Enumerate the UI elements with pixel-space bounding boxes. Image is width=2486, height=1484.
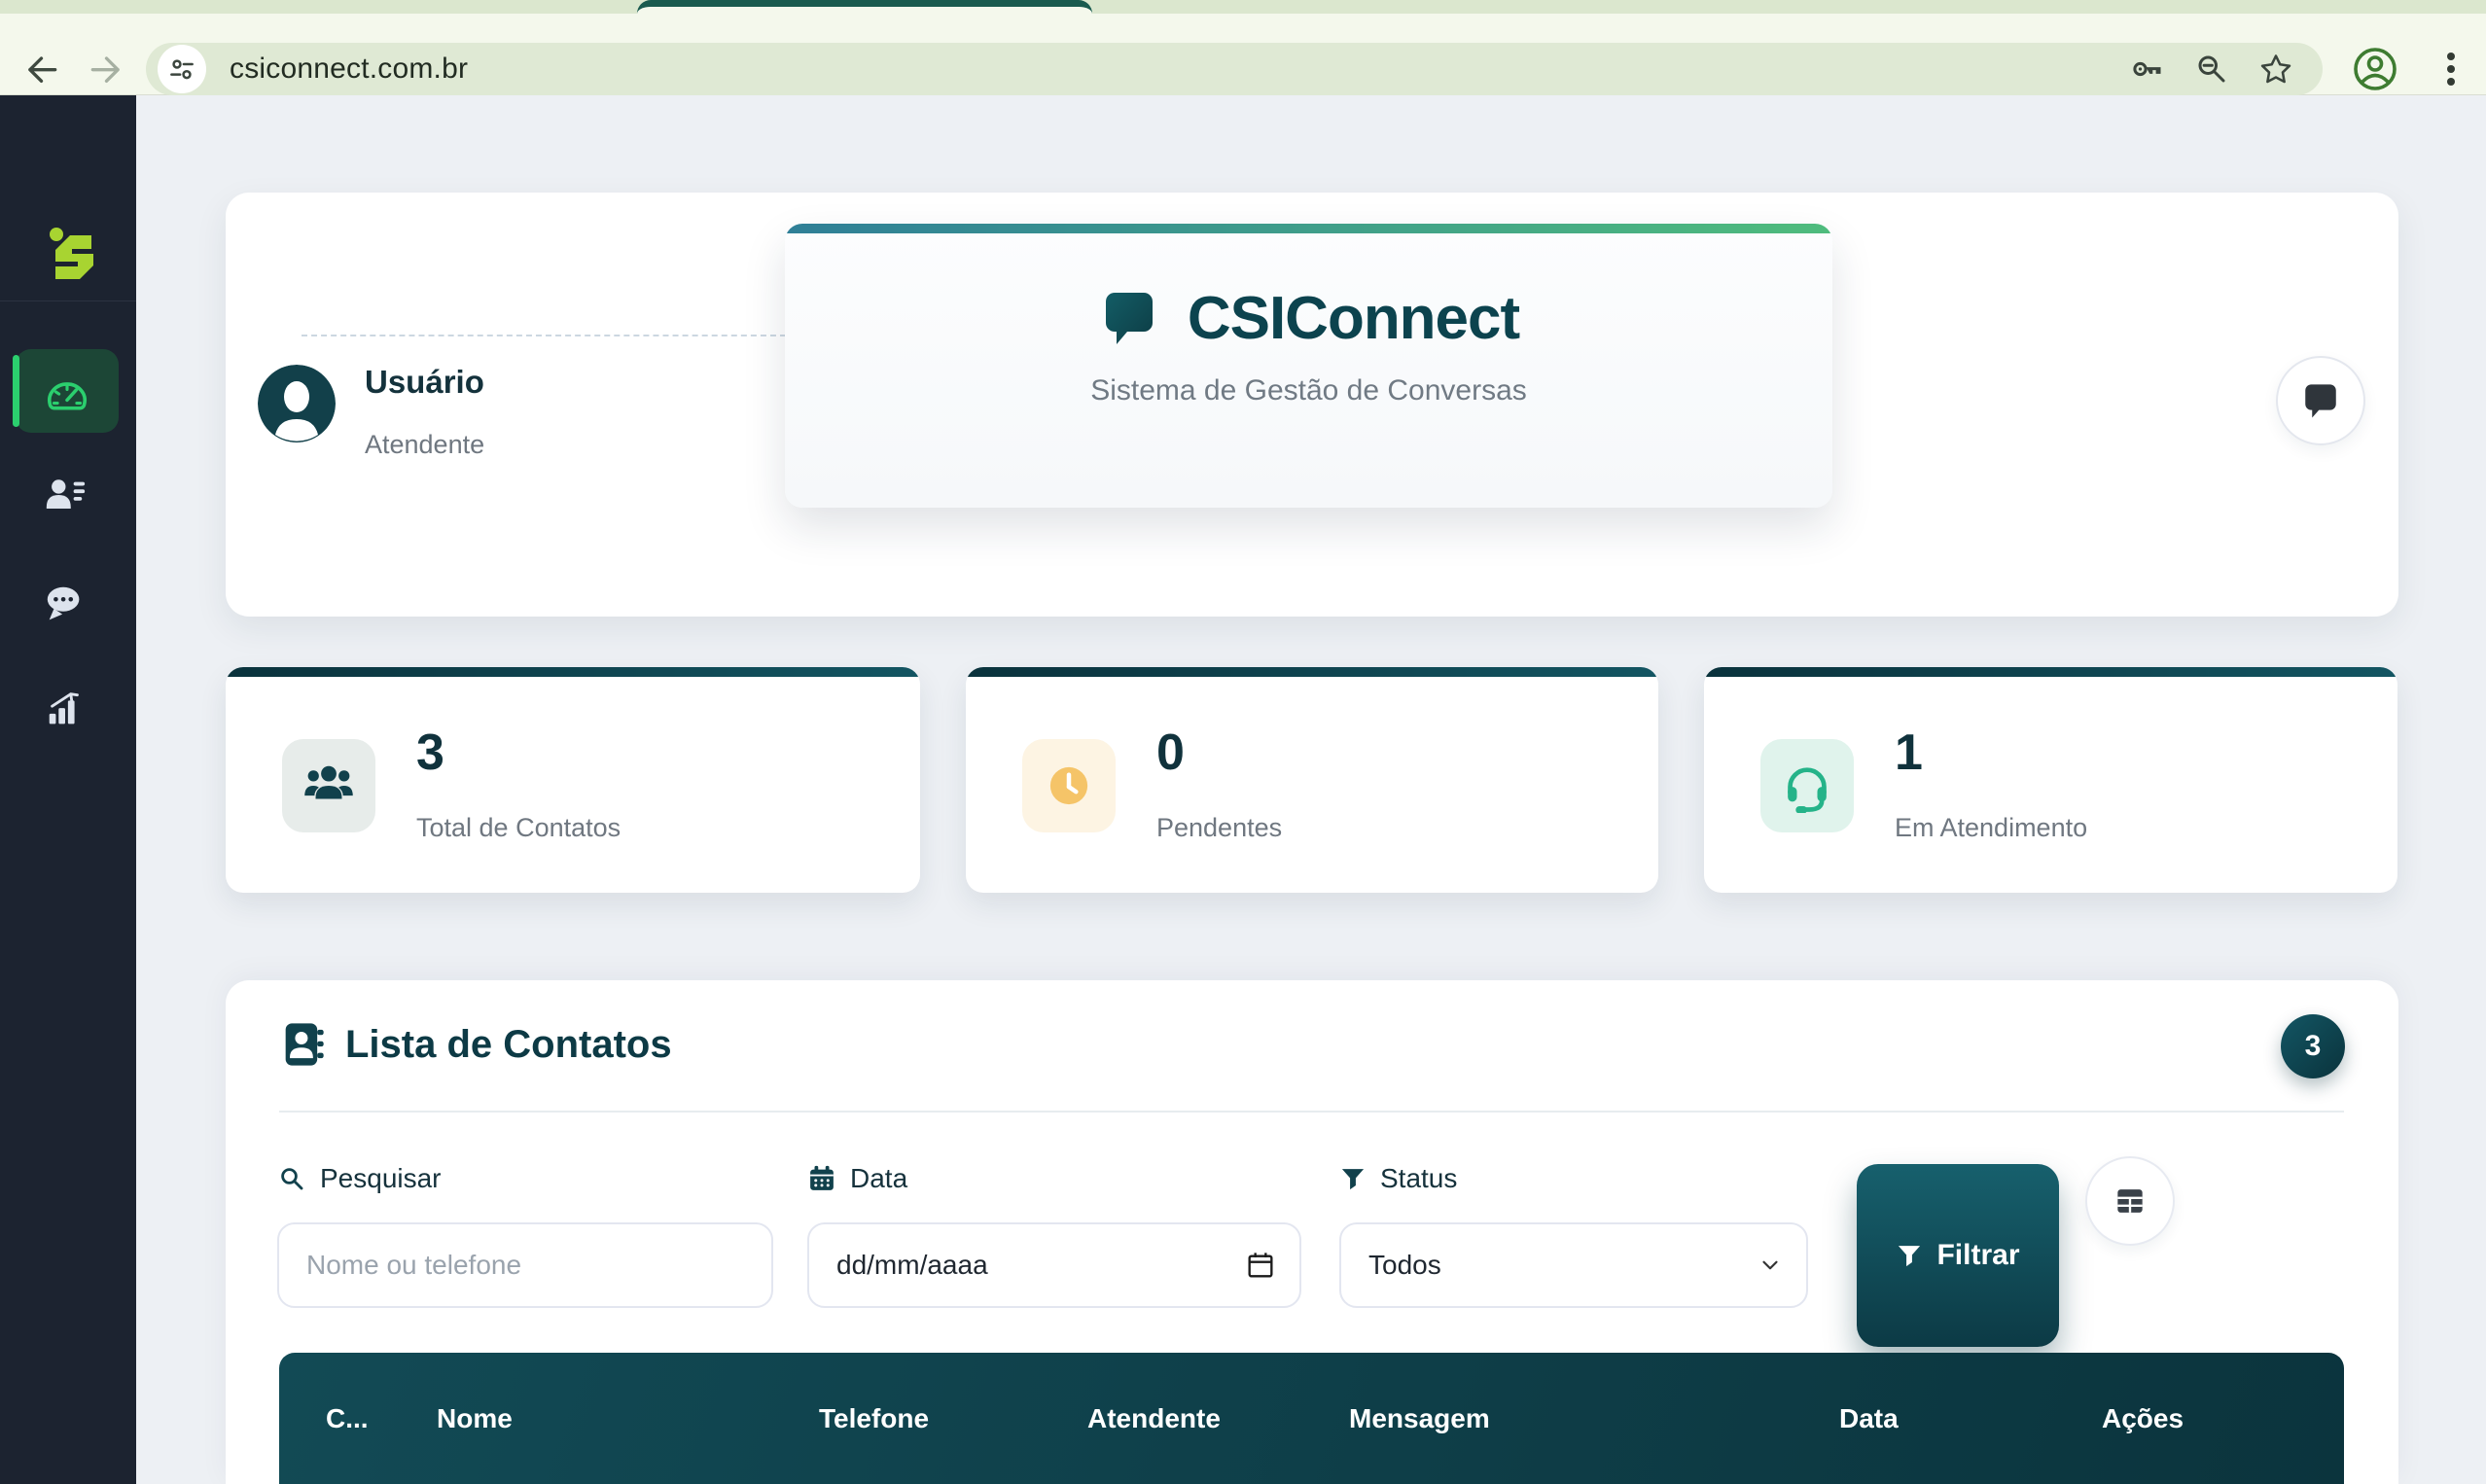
search-label: Pesquisar [320,1163,442,1193]
people-group-icon [304,765,353,799]
contacts-table-header: C... Nome Telefone Atendente Mensagem Da… [279,1353,2344,1484]
column-header[interactable]: Atendente [1087,1403,1349,1434]
date-placeholder: dd/mm/aaaa [836,1250,988,1280]
stat-card-pending: 0 Pendentes [966,667,1658,893]
site-settings-icon [170,59,194,80]
forward-icon[interactable] [89,49,128,88]
contacts-card: Lista de Contatos 3 Pesquisar Data Statu… [226,980,2398,1484]
table-view-button[interactable] [2085,1156,2175,1246]
stat-value: 3 [416,724,444,781]
stat-label: Pendentes [1156,813,1283,842]
stat-label: Total de Contatos [416,813,622,842]
app-banner-card: CSIConnect Sistema de Gestão de Conversa… [785,224,1832,508]
contact-book-icon [285,1023,324,1066]
search-label-row: Pesquisar [277,1163,442,1194]
contacts-count-badge: 3 [2281,1014,2345,1078]
header-card: Usuário Atendente CSIConnect Sistema de … [226,193,2398,617]
stat-card-in-service: 1 Em Atendimento [1704,667,2397,893]
stat-value: 1 [1895,724,1923,781]
url-bar[interactable]: csiconnect.com.br [146,43,2323,95]
bookmark-star-icon[interactable] [2258,52,2293,87]
clock-icon [1049,766,1088,805]
stat-label: Em Atendimento [1895,813,2088,842]
search-icon [281,1168,303,1190]
app-chat-icon [1105,292,1153,344]
date-label: Data [850,1163,908,1193]
password-key-icon[interactable] [2130,52,2165,87]
filter-funnel-icon [1341,1169,1365,1190]
contacts-title: Lista de Contatos [345,1022,672,1066]
app-subtitle: Sistema de Gestão de Conversas [1090,374,1527,406]
chevron-down-icon [1762,1260,1778,1270]
calendar-icon [810,1165,834,1190]
date-label-row: Data [807,1163,907,1194]
avatar-icon [258,365,336,442]
sidebar-item-dashboard[interactable] [13,349,119,433]
app-screen: csiconnect.com.br Usuário Atendente CSIC… [0,0,2486,1484]
column-header[interactable]: Mensagem [1349,1403,1839,1434]
zoom-out-icon[interactable] [2194,52,2229,87]
stat-accent-bar [966,667,1658,677]
active-indicator [13,355,19,427]
avatar [258,365,336,442]
app-title: CSIConnect [1187,285,1520,352]
headset-icon [1788,767,1827,813]
csi-logo-icon[interactable] [37,222,99,284]
browser-menu-icon[interactable] [2432,46,2470,92]
sidebar-item-conversations[interactable] [43,583,88,627]
user-name: Usuário [365,364,484,400]
sidebar-item-reports[interactable] [43,688,88,732]
back-icon[interactable] [19,49,58,88]
status-selected-value: Todos [1368,1250,1441,1280]
status-label-row: Status [1339,1163,1457,1194]
stat-card-total-contacts: 3 Total de Contatos [226,667,920,893]
stat-accent-bar [226,667,920,677]
browser-tabstrip [0,0,2486,14]
status-label: Status [1380,1163,1458,1193]
stat-iconbox [282,739,375,832]
app-accent-bar [785,224,1832,233]
profile-icon[interactable] [2352,46,2398,92]
column-header[interactable]: Telefone [819,1403,1087,1434]
site-settings-button[interactable] [158,45,206,93]
status-select[interactable]: Todos [1339,1222,1808,1308]
stat-accent-bar [1704,667,2397,677]
column-header[interactable]: C... [326,1403,437,1434]
active-tab[interactable] [637,0,1092,14]
stat-iconbox [1760,739,1854,832]
search-input[interactable] [277,1222,773,1308]
chat-launcher-button[interactable] [2276,356,2365,445]
sidebar-item-contacts[interactable] [43,474,88,518]
url-text[interactable]: csiconnect.com.br [230,43,468,95]
column-header[interactable]: Data [1839,1403,2102,1434]
filter-funnel-icon [1899,1246,1921,1267]
filter-button[interactable]: Filtrar [1857,1164,2059,1347]
date-picker-icon[interactable] [1245,1250,1276,1281]
stat-value: 0 [1156,724,1185,781]
filter-button-label: Filtrar [1936,1239,2020,1271]
stat-iconbox [1022,739,1116,832]
sidebar-divider [0,300,136,301]
sidebar [0,95,136,1484]
browser-toolbar: csiconnect.com.br [0,14,2486,95]
column-header[interactable]: Nome [437,1403,819,1434]
table-grid-icon [2117,1189,2143,1213]
contacts-divider [279,1111,2344,1113]
user-role: Atendente [365,430,485,459]
column-header[interactable]: Ações [2102,1403,2344,1434]
chat-bubble-icon [2305,384,2336,418]
gauge-icon [48,382,87,410]
date-input[interactable]: dd/mm/aaaa [807,1222,1301,1308]
